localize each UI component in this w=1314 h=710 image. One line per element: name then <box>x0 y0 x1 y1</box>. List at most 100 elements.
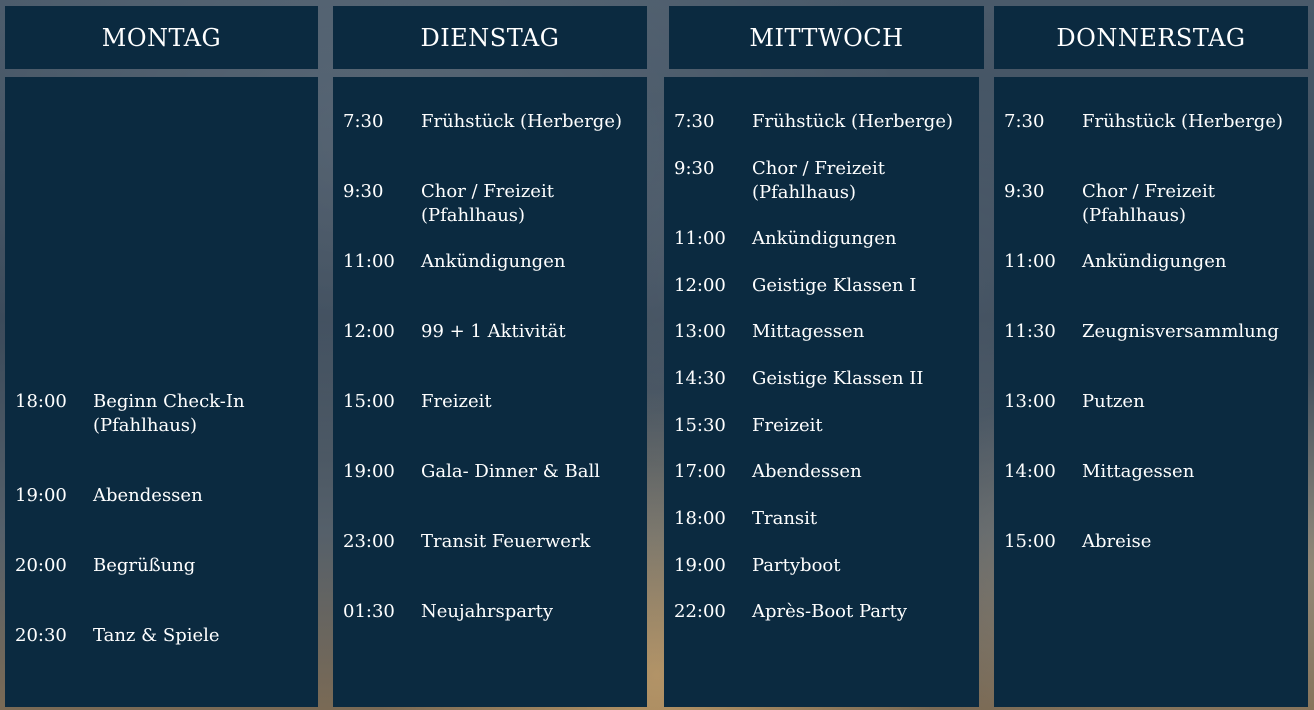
event-time: 18:00 <box>15 391 67 412</box>
event-time: 19:00 <box>674 555 726 576</box>
event-time: 15:00 <box>343 391 395 412</box>
schedule-row: 13:00 Putzen <box>1004 390 1300 414</box>
schedule-row: 9:30 Chor / Freizeit (Pfahlhaus) <box>343 180 639 228</box>
event-time: 15:00 <box>1004 531 1056 552</box>
day-title: MONTAG <box>101 23 222 52</box>
schedule-row: 20:30 Tanz & Spiele <box>15 624 310 648</box>
day-header-dienstag: DIENSTAG <box>333 6 647 69</box>
schedule-row: 15:00 Freizeit <box>343 390 639 414</box>
event-time: 11:00 <box>1004 251 1056 272</box>
event-label: Abendessen <box>752 461 862 482</box>
schedule-row: 7:30 Frühstück (Herberge) <box>674 110 971 134</box>
event-label: 99 + 1 Aktivität <box>421 321 566 342</box>
event-time: 19:00 <box>343 461 395 482</box>
day-header-donnerstag: DONNERSTAG <box>994 6 1308 69</box>
schedule-row: 11:30 Zeugnisversammlung <box>1004 320 1300 344</box>
event-time: 13:00 <box>1004 391 1056 412</box>
event-label: Ankündigungen <box>421 251 566 272</box>
event-label: Geistige Klassen II <box>752 368 924 389</box>
event-label: Après-Boot Party <box>752 601 907 622</box>
schedule-panel-donnerstag: 7:30 Frühstück (Herberge) 9:30 Chor / Frei… <box>994 77 1308 707</box>
schedule-row: 19:00 Abendessen <box>15 484 310 508</box>
event-label: Partyboot <box>752 555 841 576</box>
event-time: 22:00 <box>674 601 726 622</box>
event-label: Frühstück (Herberge) <box>421 111 623 132</box>
event-label: Freizeit <box>421 391 492 412</box>
schedule-panel-montag: 18:00 Beginn Check-In (Pfahlhaus) 19:00 Ab… <box>5 77 318 707</box>
schedule-row: 20:00 Begrüßung <box>15 554 310 578</box>
schedule-row: 11:00 Ankündigungen <box>1004 250 1300 274</box>
event-time: 11:00 <box>343 251 395 272</box>
schedule-row: 18:00 Transit <box>674 507 971 531</box>
schedule-row: 15:00 Abreise <box>1004 530 1300 554</box>
day-header-montag: MONTAG <box>5 6 318 69</box>
event-time: 20:30 <box>15 625 67 646</box>
event-label: Abendessen <box>93 485 203 506</box>
event-label: Frühstück (Herberge) <box>1082 111 1284 132</box>
event-time: 7:30 <box>343 111 384 132</box>
event-label: Putzen <box>1082 391 1145 412</box>
event-label: Zeugnisversammlung <box>1082 321 1279 342</box>
event-time: 11:30 <box>1004 321 1056 342</box>
event-time: 12:00 <box>343 321 395 342</box>
event-time: 12:00 <box>674 275 726 296</box>
event-time: 9:30 <box>674 158 715 179</box>
schedule-row: 11:00 Ankündigungen <box>343 250 639 274</box>
schedule-row: 13:00 Mittagessen <box>674 320 971 344</box>
event-label: Ankündigungen <box>752 228 897 249</box>
event-label: Beginn Check-In (Pfahlhaus) <box>93 391 245 436</box>
event-label: Transit <box>752 508 818 529</box>
event-label: Geistige Klassen I <box>752 275 917 296</box>
event-time: 15:30 <box>674 415 726 436</box>
event-label: Chor / Freizeit (Pfahlhaus) <box>752 158 885 203</box>
event-time: 20:00 <box>15 555 67 576</box>
event-time: 18:00 <box>674 508 726 529</box>
schedule-row: 12:00 99 + 1 Aktivität <box>343 320 639 344</box>
day-header-mittwoch: MITTWOCH <box>669 6 984 69</box>
event-time: 19:00 <box>15 485 67 506</box>
event-label: Ankündigungen <box>1082 251 1227 272</box>
event-time: 7:30 <box>1004 111 1045 132</box>
event-label: Transit Feuerwerk <box>421 531 591 552</box>
event-time: 7:30 <box>674 111 715 132</box>
schedule-row: 22:00 Après-Boot Party <box>674 600 971 624</box>
schedule-row: 11:00 Ankündigungen <box>674 227 971 251</box>
day-title: MITTWOCH <box>749 23 904 52</box>
day-title: DIENSTAG <box>420 23 560 52</box>
event-time: 9:30 <box>1004 181 1045 202</box>
event-time: 11:00 <box>674 228 726 249</box>
schedule-row: 01:30 Neujahrsparty <box>343 600 639 624</box>
event-label: Tanz & Spiele <box>93 625 220 646</box>
schedule-panel-dienstag: 7:30 Frühstück (Herberge) 9:30 Chor / Frei… <box>333 77 647 707</box>
schedule-row: 7:30 Frühstück (Herberge) <box>1004 110 1300 134</box>
event-time: 14:30 <box>674 368 726 389</box>
event-time: 13:00 <box>674 321 726 342</box>
event-label: Chor / Freizeit (Pfahlhaus) <box>1082 181 1215 226</box>
event-label: Mittagessen <box>1082 461 1195 482</box>
schedule-row: 23:00 Transit Feuerwerk <box>343 530 639 554</box>
schedule-row: 17:00 Abendessen <box>674 460 971 484</box>
schedule-panel-mittwoch: 7:30 Frühstück (Herberge) 9:30 Chor / Frei… <box>664 77 979 707</box>
event-label: Abreise <box>1082 531 1152 552</box>
schedule-row: 19:00 Gala- Dinner & Ball <box>343 460 639 484</box>
schedule-row: 12:00 Geistige Klassen I <box>674 274 971 298</box>
event-label: Gala- Dinner & Ball <box>421 461 600 482</box>
schedule-row: 9:30 Chor / Freizeit (Pfahlhaus) <box>1004 180 1300 228</box>
event-time: 01:30 <box>343 601 395 622</box>
event-label: Neujahrsparty <box>421 601 554 622</box>
schedule-row: 14:30 Geistige Klassen II <box>674 367 971 391</box>
schedule-row: 7:30 Frühstück (Herberge) <box>343 110 639 134</box>
day-title: DONNERSTAG <box>1056 23 1246 52</box>
schedule-row: 15:30 Freizeit <box>674 414 971 438</box>
event-label: Freizeit <box>752 415 823 436</box>
schedule-row: 19:00 Partyboot <box>674 554 971 578</box>
event-time: 9:30 <box>343 181 384 202</box>
schedule-row: 14:00 Mittagessen <box>1004 460 1300 484</box>
schedule-row: 9:30 Chor / Freizeit (Pfahlhaus) <box>674 157 971 205</box>
event-time: 14:00 <box>1004 461 1056 482</box>
event-time: 23:00 <box>343 531 395 552</box>
schedule-row: 18:00 Beginn Check-In (Pfahlhaus) <box>15 390 310 438</box>
event-label: Frühstück (Herberge) <box>752 111 954 132</box>
event-label: Chor / Freizeit (Pfahlhaus) <box>421 181 554 226</box>
event-label: Mittagessen <box>752 321 865 342</box>
